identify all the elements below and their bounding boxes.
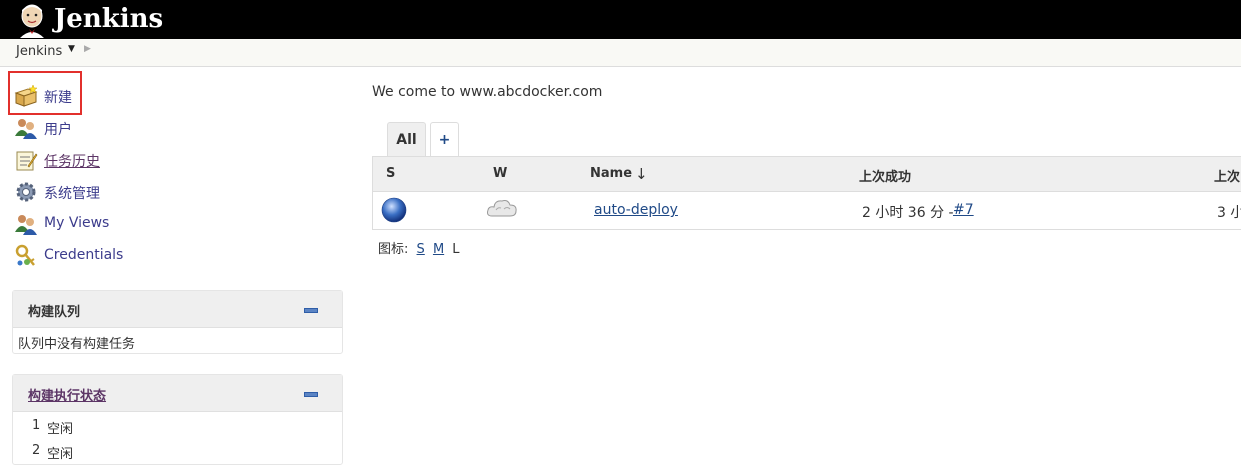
executors-pane: 构建执行状态 1 空闲 2 空闲	[12, 374, 343, 465]
executor-number: 1	[32, 418, 41, 433]
tab-label: All	[396, 132, 417, 148]
keys-icon	[15, 244, 35, 266]
last-failure-time: 3 小	[1217, 205, 1241, 221]
last-success-time: 2 小时 36 分 -	[862, 205, 954, 221]
column-header-name[interactable]: Name	[590, 166, 632, 181]
icon-size-label: 图标:	[378, 242, 409, 257]
build-queue-empty: 队列中没有构建任务	[18, 337, 136, 352]
users-icon	[15, 215, 37, 235]
build-queue-title: 构建队列	[28, 305, 81, 320]
plus-icon: +	[438, 132, 451, 148]
jenkins-brand[interactable]: Jenkins	[54, 2, 163, 36]
job-link-auto-deploy[interactable]: auto-deploy	[594, 202, 678, 218]
view-description: We come to www.abcdocker.com	[372, 84, 603, 100]
icon-legend: 图标: S M L	[378, 238, 460, 257]
task-label: My Views	[44, 215, 110, 231]
tab-all[interactable]: All	[387, 122, 426, 156]
executors-title-link[interactable]: 构建执行状态	[28, 385, 106, 404]
chevron-down-icon[interactable]: ▼	[68, 44, 75, 54]
notepad-icon	[16, 151, 38, 171]
column-header-weather[interactable]: W	[493, 166, 507, 181]
column-header-last-failure[interactable]: 上次	[1214, 166, 1240, 185]
column-header-last-success[interactable]: 上次成功	[859, 166, 911, 185]
icon-size-medium[interactable]: M	[433, 242, 444, 257]
collapse-icon[interactable]	[304, 308, 318, 313]
tab-add-view[interactable]: +	[430, 122, 459, 156]
task-label: 任务历史	[44, 154, 100, 170]
breadcrumb-home[interactable]: Jenkins	[16, 44, 62, 59]
table-row: auto-deploy 2 小时 36 分 - #7 3 小	[373, 192, 1241, 229]
table-header: S W Name ↓ 上次成功 上次	[373, 157, 1241, 192]
task-label: 系统管理	[44, 186, 100, 202]
page-header: Jenkins	[0, 0, 1241, 39]
executor-status: 空闲	[47, 422, 74, 437]
executor-number: 2	[32, 443, 41, 458]
pane-header: 构建执行状态	[13, 375, 342, 412]
jenkins-logo-icon[interactable]	[14, 2, 50, 38]
new-item-highlight-box	[8, 71, 82, 115]
icon-size-small[interactable]: S	[417, 242, 425, 257]
icon-size-large: L	[452, 242, 460, 257]
breadcrumb: Jenkins ▼ ▶	[0, 39, 1241, 67]
build-link[interactable]: #7	[953, 202, 974, 218]
pane-header: 构建队列	[13, 291, 342, 328]
status-ball-icon[interactable]	[381, 197, 407, 223]
collapse-icon[interactable]	[304, 392, 318, 397]
build-queue-pane: 构建队列 队列中没有构建任务	[12, 290, 343, 354]
executor-status: 空闲	[47, 447, 74, 462]
column-header-status[interactable]: S	[386, 166, 395, 181]
projects-table: S W Name ↓ 上次成功 上次 auto-deploy 2 小时 36 分…	[372, 156, 1241, 230]
sort-down-icon: ↓	[635, 165, 648, 183]
gear-icon	[16, 182, 36, 202]
chevron-right-icon: ▶	[84, 44, 91, 54]
task-label: 用户	[44, 122, 72, 138]
users-icon	[15, 119, 37, 139]
cloudy-weather-icon[interactable]	[486, 196, 518, 220]
task-label: Credentials	[44, 247, 124, 263]
